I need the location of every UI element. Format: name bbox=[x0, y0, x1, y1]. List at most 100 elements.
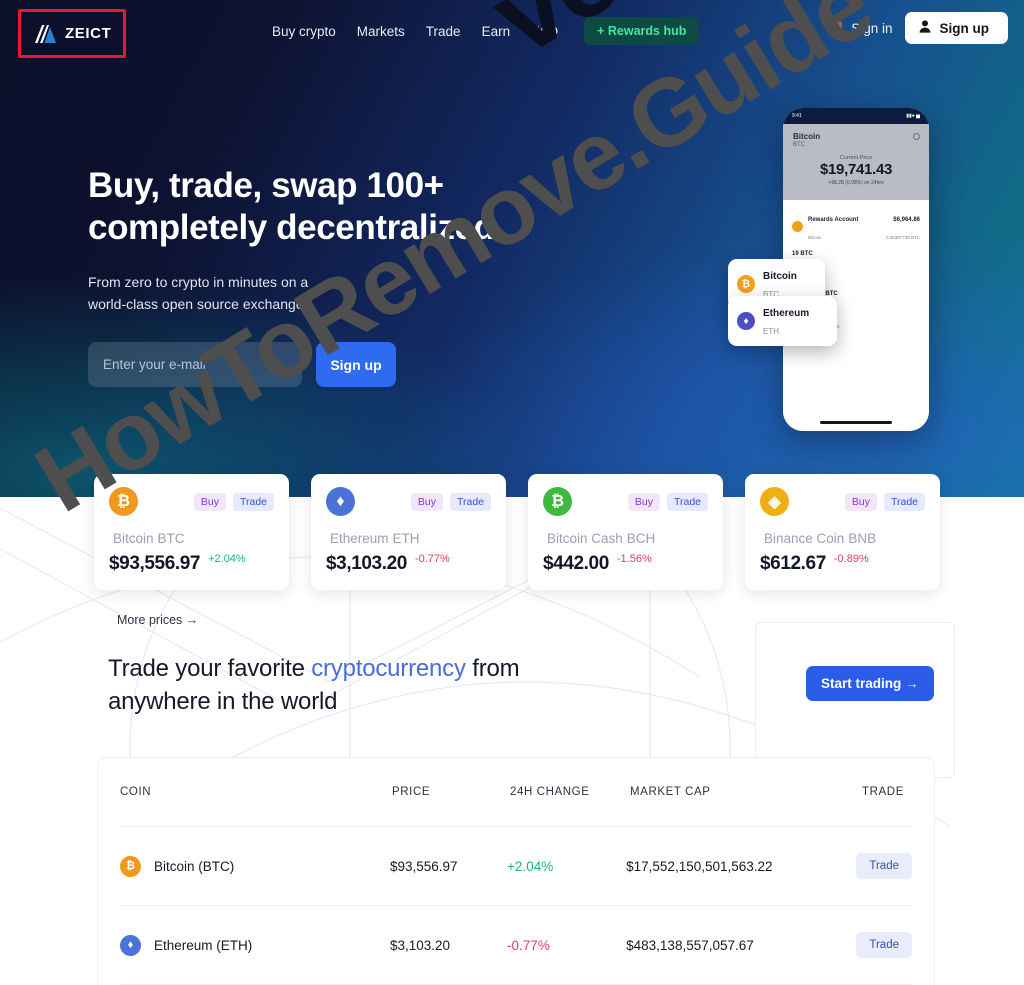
card-coin-name: Bitcoin BTC bbox=[109, 531, 274, 546]
top-navigation: ZEICT Buy crypto Markets Trade Earn FAQ … bbox=[0, 0, 1024, 58]
nav-auth-area: 🚪 Sign in Sign up bbox=[831, 12, 1008, 44]
phone-signal-icons: ▮▮● ▅ bbox=[906, 113, 920, 119]
card-buy-button[interactable]: Buy bbox=[410, 492, 443, 511]
bitcoin-icon: ₿ bbox=[109, 487, 138, 516]
nav-item-earn[interactable]: Earn bbox=[482, 24, 511, 39]
bitcoin-icon: ₿ bbox=[120, 855, 141, 877]
card-symbol-text: BTC bbox=[157, 531, 185, 546]
phone-rewards-amount: $6,964.86 bbox=[893, 217, 920, 223]
phone-status-bar: 9:41 ▮▮● ▅ bbox=[783, 108, 929, 124]
hero-content: Buy, trade, swap 100+ completely decentr… bbox=[88, 165, 495, 387]
phone-current-price: $19,741.43 bbox=[819, 161, 893, 178]
ethereum-icon: ♦ bbox=[120, 934, 141, 956]
row-change: +2.04% bbox=[507, 858, 554, 874]
chip-name: Ethereum bbox=[763, 308, 810, 319]
sign-in-label: Sign in bbox=[851, 20, 893, 36]
card-symbol-text: BNB bbox=[848, 531, 877, 546]
card-change: -0.77% bbox=[414, 553, 450, 565]
sign-in-link[interactable]: 🚪 Sign in bbox=[831, 21, 892, 36]
row-market-cap: $17,552,150,501,563.22 bbox=[626, 858, 773, 874]
phone-home-indicator bbox=[820, 421, 892, 424]
card-coin-name: Ethereum ETH bbox=[326, 531, 491, 546]
price-card-list: ₿ Buy Trade Bitcoin BTC $93,556.97 +2.04%… bbox=[94, 474, 940, 590]
hero-subtitle-line2: world-class open source exchange bbox=[88, 296, 304, 312]
chip-symbol: ETH bbox=[763, 327, 779, 336]
row-coin-name: Ethereum (ETH) bbox=[154, 937, 253, 953]
sign-up-button[interactable]: Sign up bbox=[904, 12, 1008, 44]
card-trade-button[interactable]: Trade bbox=[883, 492, 925, 511]
phone-rewards-sub: Bitcoin bbox=[808, 235, 822, 240]
bitcoin-cash-icon: ₿ bbox=[543, 487, 572, 516]
logo-highlight-box[interactable]: ZEICT bbox=[18, 9, 126, 58]
row-trade-button[interactable]: Trade bbox=[856, 853, 912, 879]
more-prices-link[interactable]: More prices → bbox=[117, 613, 198, 627]
row-coin-name: Bitcoin (BTC) bbox=[154, 858, 235, 874]
table-col-change: 24H CHANGE bbox=[510, 786, 590, 798]
card-buy-button[interactable]: Buy bbox=[844, 492, 877, 511]
card-change: -1.56% bbox=[616, 553, 652, 565]
rewards-hub-button[interactable]: + Rewards hub bbox=[584, 17, 700, 45]
table-row: ♦ Ethereum (ETH) $3,103.20 -0.77% $483,1… bbox=[98, 906, 934, 984]
table-row: ₿ Bitcoin (BTC) $93,556.97 +2.04% $17,55… bbox=[98, 827, 934, 905]
card-change: -0.89% bbox=[833, 553, 869, 565]
chip-name: Bitcoin bbox=[763, 271, 797, 282]
bitcoin-icon bbox=[792, 220, 803, 232]
phone-rewards-label: Rewards Account bbox=[808, 217, 859, 223]
card-trade-button[interactable]: Trade bbox=[232, 492, 274, 511]
card-price: $93,556.97 bbox=[109, 553, 201, 574]
hero-title-line1: Buy, trade, swap 100+ bbox=[88, 166, 444, 205]
table-col-coin: COIN bbox=[120, 786, 152, 798]
phone-price-panel: Bitcoin BTC Current Price $19,741.43 +98… bbox=[783, 124, 929, 200]
hero-signup-button[interactable]: Sign up bbox=[316, 342, 396, 387]
card-price: $442.00 bbox=[543, 553, 609, 574]
phone-rewards-btc: 0.35387739 BTC bbox=[885, 235, 920, 240]
price-card[interactable]: ♦ Buy Trade Ethereum ETH $3,103.20 -0.77% bbox=[311, 474, 506, 590]
markets-table: COIN PRICE 24H CHANGE MARKET CAP TRADE ₿… bbox=[97, 757, 935, 985]
card-trade-button[interactable]: Trade bbox=[449, 492, 491, 511]
phone-rewards-row: Rewards Account Bitcoin $6,964.86 0.3538… bbox=[792, 208, 920, 244]
hero-subtitle-line1: From zero to crypto in minutes on a bbox=[88, 274, 309, 290]
ethereum-icon: ♦ bbox=[326, 487, 355, 516]
nav-item-buy-crypto[interactable]: Buy crypto bbox=[272, 24, 336, 39]
table-col-trade: TRADE bbox=[862, 786, 904, 798]
nav-item-markets[interactable]: Markets bbox=[357, 24, 405, 39]
card-change: +2.04% bbox=[208, 553, 246, 565]
row-price: $93,556.97 bbox=[389, 858, 458, 874]
zeict-logo-icon bbox=[31, 23, 57, 45]
binance-coin-icon: ◈ bbox=[760, 487, 789, 516]
card-price: $612.67 bbox=[760, 553, 826, 574]
card-name-text: Bitcoin bbox=[113, 531, 154, 546]
phone-row2-value: 19 BTC bbox=[792, 251, 813, 257]
phone-time: 9:41 bbox=[792, 113, 802, 119]
phone-settings-icon[interactable] bbox=[913, 133, 920, 140]
card-name-text: Binance Coin bbox=[764, 531, 845, 546]
hero-signup-form: Sign up bbox=[88, 342, 495, 387]
price-card[interactable]: ₿ Buy Trade Bitcoin Cash BCH $442.00 -1.5… bbox=[528, 474, 723, 590]
heading-highlight: cryptocurrency bbox=[311, 655, 466, 682]
section-heading: Trade your favorite cryptocurrency from … bbox=[108, 652, 578, 718]
nav-item-trade[interactable]: Trade bbox=[426, 24, 461, 39]
price-card[interactable]: ₿ Buy Trade Bitcoin BTC $93,556.97 +2.04% bbox=[94, 474, 289, 590]
page-root: ZEICT Buy crypto Markets Trade Earn FAQ … bbox=[0, 0, 1024, 985]
row-trade-button[interactable]: Trade bbox=[856, 932, 912, 958]
hero-subtitle: From zero to crypto in minutes on a worl… bbox=[88, 271, 418, 315]
nav-links: Buy crypto Markets Trade Earn FAQ + Rewa… bbox=[272, 17, 700, 45]
phone-price-delta: +98.28 (0.08%) on 24hrs bbox=[828, 180, 884, 186]
row-change: -0.77% bbox=[507, 937, 550, 953]
card-buy-button[interactable]: Buy bbox=[627, 492, 660, 511]
price-card[interactable]: ◈ Buy Trade Binance Coin BNB $612.67 -0.8… bbox=[745, 474, 940, 590]
hero-title-line2: completely decentralized bbox=[88, 208, 495, 247]
nav-item-faq[interactable]: FAQ bbox=[531, 24, 558, 39]
door-icon: 🚪 bbox=[831, 21, 847, 35]
logo-text: ZEICT bbox=[65, 25, 112, 42]
card-coin-name: Bitcoin Cash BCH bbox=[543, 531, 708, 546]
card-coin-name: Binance Coin BNB bbox=[760, 531, 925, 546]
card-buy-button[interactable]: Buy bbox=[193, 492, 226, 511]
card-trade-button[interactable]: Trade bbox=[666, 492, 708, 511]
hero-title: Buy, trade, swap 100+ completely decentr… bbox=[88, 165, 495, 249]
phone-coin-symbol: BTC bbox=[793, 142, 805, 148]
card-symbol-text: ETH bbox=[392, 531, 420, 546]
start-trading-card: Start trading → bbox=[755, 622, 955, 778]
start-trading-button[interactable]: Start trading → bbox=[806, 666, 934, 701]
email-input[interactable] bbox=[88, 342, 302, 387]
